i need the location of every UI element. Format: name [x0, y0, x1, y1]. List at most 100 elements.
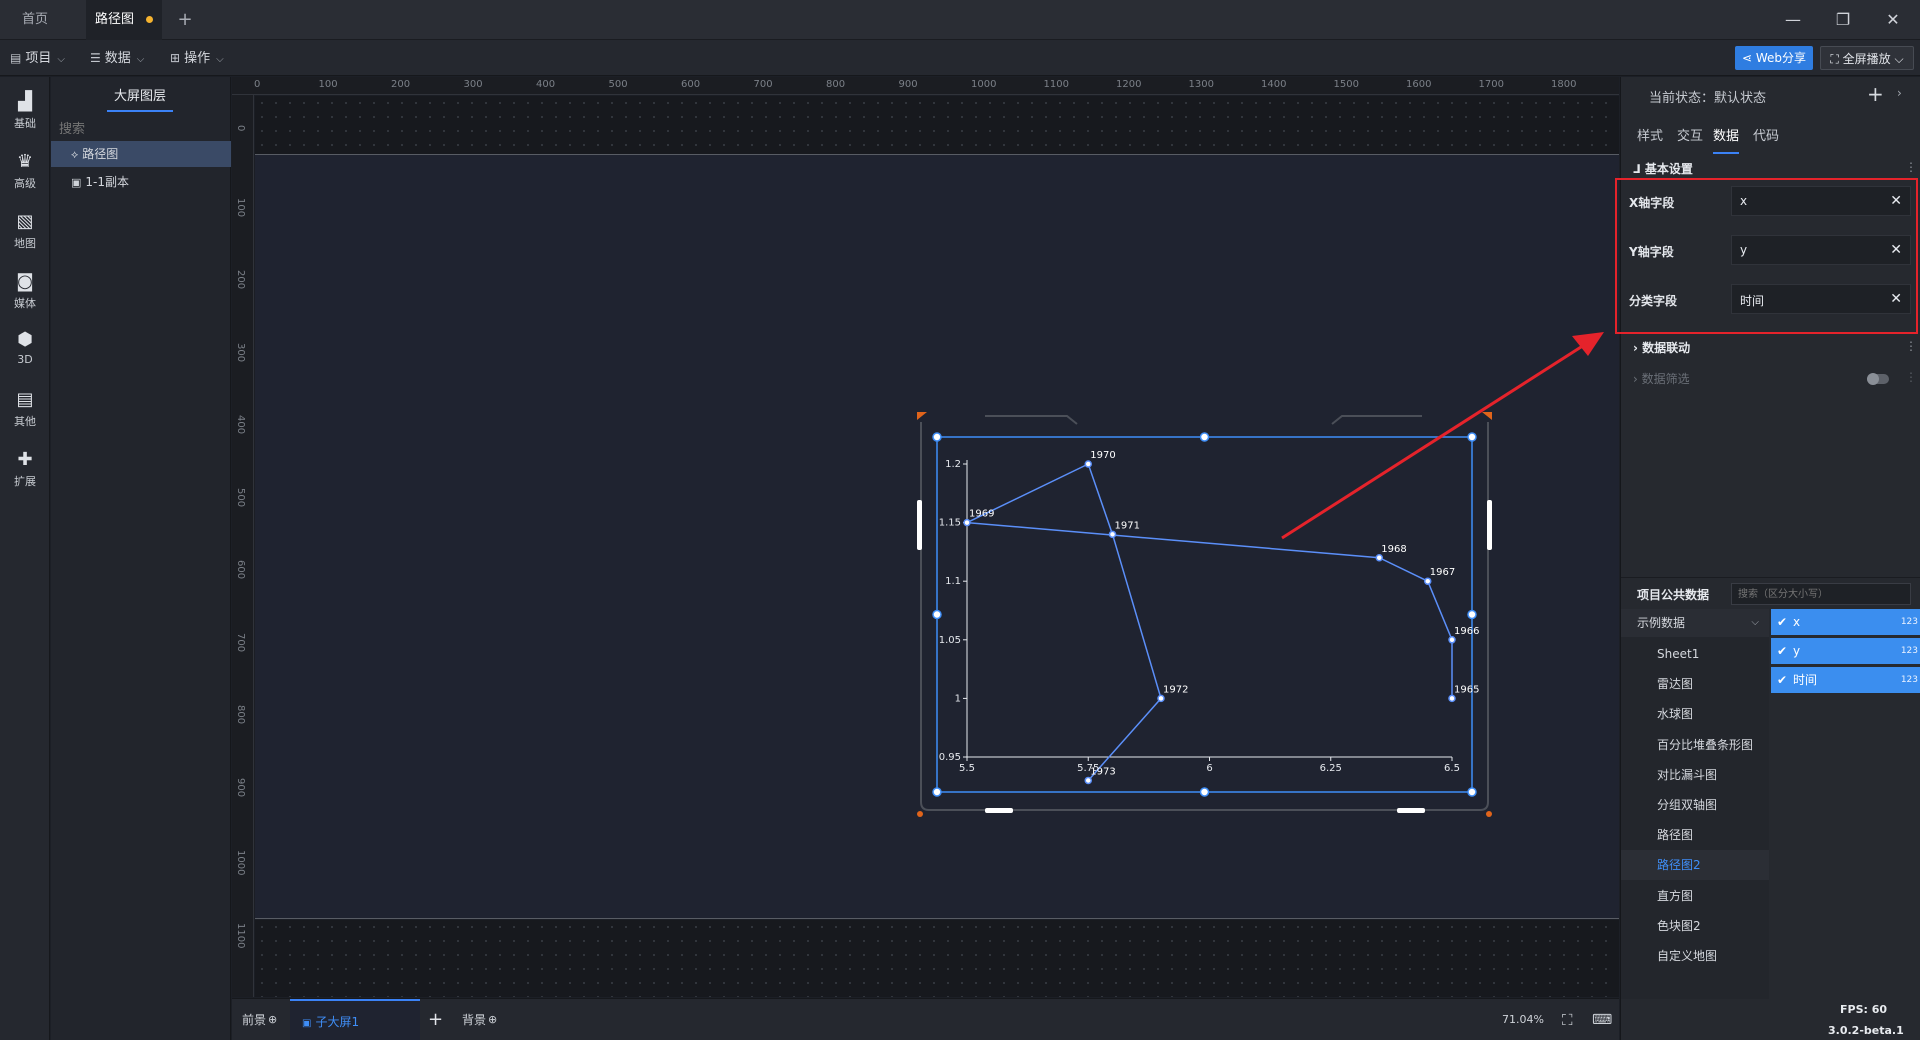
keyboard-icon[interactable]: ⌨ [1592, 999, 1612, 1040]
fit-screen-icon[interactable]: ⛶ [1562, 999, 1573, 1040]
more-icon[interactable]: ⋮ [1905, 370, 1917, 384]
chevron-right-icon[interactable]: › [1897, 86, 1902, 100]
dataset-item[interactable]: 直方图 [1621, 881, 1769, 911]
more-icon[interactable]: ⋮ [1905, 160, 1917, 174]
tab-path-chart[interactable]: 路径图 [86, 0, 162, 40]
screen-icon: ▣ [302, 1018, 312, 1029]
category-advanced-label: 高级 [14, 177, 36, 190]
data-point [1084, 460, 1092, 468]
dataset-field-chip[interactable]: ✔ y 123 [1771, 638, 1920, 664]
corner-accent [1486, 811, 1492, 817]
tab-interaction[interactable]: 交互 [1677, 125, 1703, 144]
more-icon[interactable]: ⋮ [1905, 339, 1917, 353]
layer-search-input[interactable] [59, 117, 223, 139]
zoom-level[interactable]: 71.04% [1502, 999, 1544, 1040]
ruler-tick-label: 600 [235, 560, 246, 580]
section-basic-settings[interactable]: ⅃ 基本设置 [1633, 160, 1693, 177]
category-advanced[interactable]: ♛ 高级 [0, 143, 50, 199]
layer-item-image-copy[interactable]: ▣ 1-1副本 [51, 169, 231, 195]
layer-item-path-chart[interactable]: ⟡ 路径图 [51, 141, 231, 167]
resize-handles[interactable] [932, 432, 1477, 797]
section-basic-settings-label: 基本设置 [1644, 162, 1693, 176]
tab-code[interactable]: 代码 [1753, 125, 1779, 144]
list-icon: ▤ [16, 389, 34, 410]
ruler-tick-label: 100 [235, 197, 246, 217]
side-bar-left [917, 500, 922, 550]
dataset-item[interactable]: 对比漏斗图 [1621, 760, 1769, 790]
section-data-link-label: 数据联动 [1642, 341, 1691, 355]
add-state-button[interactable]: + [1867, 82, 1884, 106]
puzzle-icon: ✚ [17, 449, 33, 470]
resize-handle[interactable] [1199, 787, 1210, 797]
dataset-group-sample[interactable]: 示例数据 ⌵ [1621, 609, 1769, 637]
dataset-item[interactable]: 色块图2 [1621, 911, 1769, 941]
category-media[interactable]: ◙ 媒体 [0, 263, 50, 319]
add-screen-button[interactable]: + [428, 999, 443, 1040]
dataset-item[interactable]: Sheet1 [1621, 639, 1769, 669]
path-chart-widget[interactable]: 0.95 1 1.05 1.1 1.15 1.2 5.5 5.75 6 6.25 6.5 1965 19… [917, 412, 1492, 817]
data-point [1448, 636, 1456, 644]
dataset-item[interactable]: 雷达图 [1621, 669, 1769, 699]
map-icon: ▧ [16, 211, 34, 232]
minimize-icon[interactable]: — [1770, 0, 1816, 40]
path-chart-svg[interactable]: 0.9511.051.11.151.25.5 5.75 6 6.25 6.5196519… [917, 412, 1492, 817]
ruler-tick-label: 1600 [1406, 79, 1432, 90]
category-other[interactable]: ▤ 其他 [0, 381, 50, 437]
dataset-field-chip[interactable]: ✔ x 123 [1771, 609, 1920, 635]
section-data-link[interactable]: › 数据联动 [1633, 339, 1690, 356]
dataset-item[interactable]: 水球图 [1621, 699, 1769, 729]
category-extension[interactable]: ✚ 扩展 [0, 441, 50, 497]
category-map-label: 地图 [14, 237, 36, 250]
corner-accent [917, 811, 923, 817]
add-circle-icon[interactable]: ⊕ [268, 1013, 277, 1026]
sub-screen-tab[interactable]: ▣ 子大屏1 [290, 999, 420, 1040]
layer-panel-title[interactable]: 大屏图层 [107, 85, 173, 112]
ruler-tick-label: 1200 [1116, 79, 1142, 90]
y-tick-label: 1.1 [945, 576, 961, 587]
add-tab-button[interactable]: + [170, 0, 200, 40]
dataset-item[interactable]: 百分比堆叠条形图 [1621, 730, 1769, 760]
resize-handle[interactable] [932, 609, 942, 620]
dataset-item[interactable]: 自定义地图 [1621, 941, 1769, 971]
fullscreen-play-button[interactable]: ⛶ 全屏播放 ⌵ [1820, 46, 1914, 70]
tab-home[interactable]: 首页 [0, 0, 70, 40]
restore-icon[interactable]: ❐ [1820, 0, 1866, 40]
resize-handle[interactable] [932, 432, 942, 442]
chevron-down-icon: ⌵ [57, 54, 65, 65]
background-tab[interactable]: 背景 ⊕ [462, 999, 497, 1040]
dataset-item[interactable]: 路径图 [1621, 820, 1769, 850]
category-3d[interactable]: ⬢ 3D [0, 321, 50, 377]
collapse-icon: ⅃ [1633, 162, 1645, 176]
menu-operate[interactable]: ⊞ 操作 ⌵ [170, 40, 224, 76]
public-data-search-input[interactable] [1731, 583, 1911, 605]
close-icon[interactable]: ✕ [1870, 0, 1916, 40]
add-circle-icon[interactable]: ⊕ [488, 1013, 497, 1026]
field-name: x [1793, 615, 1801, 629]
editor-canvas[interactable]: 0 100 200 300 400 500 600 700 800 900 1000 1100 1200… [232, 77, 1619, 997]
menu-data[interactable]: ☰ 数据 ⌵ [90, 40, 144, 76]
corner-accent [1482, 412, 1492, 420]
selection-box[interactable] [936, 436, 1473, 793]
fps-counter: FPS: 60 [1840, 1003, 1888, 1016]
resize-handle[interactable] [1467, 609, 1477, 620]
menu-project[interactable]: ▤ 项目 ⌵ [10, 40, 65, 76]
resize-handle[interactable] [1467, 787, 1477, 797]
resize-handle[interactable] [1199, 432, 1210, 442]
dataset-item[interactable]: 路径图2 [1621, 850, 1769, 881]
category-map[interactable]: ▧ 地图 [0, 203, 50, 259]
tab-style[interactable]: 样式 [1637, 125, 1663, 144]
series-line [964, 462, 1453, 781]
ruler-tick-label: 600 [681, 79, 701, 90]
ruler-tick-label: 0 [254, 79, 261, 90]
section-data-filter[interactable]: › 数据筛选 [1633, 370, 1690, 387]
chevron-right-icon: › [1633, 341, 1643, 355]
resize-handle[interactable] [1467, 432, 1477, 442]
dataset-item[interactable]: 分组双轴图 [1621, 790, 1769, 820]
dataset-field-chip[interactable]: ✔ 时间 123 [1771, 667, 1920, 693]
data-filter-toggle[interactable] [1867, 373, 1889, 385]
resize-handle[interactable] [932, 787, 942, 797]
web-share-button[interactable]: ⋖ Web分享 [1735, 46, 1813, 70]
foreground-tab[interactable]: 前景 ⊕ [242, 999, 277, 1040]
tab-data[interactable]: 数据 [1713, 125, 1740, 154]
category-basic[interactable]: ▟ 基础 [0, 83, 50, 139]
